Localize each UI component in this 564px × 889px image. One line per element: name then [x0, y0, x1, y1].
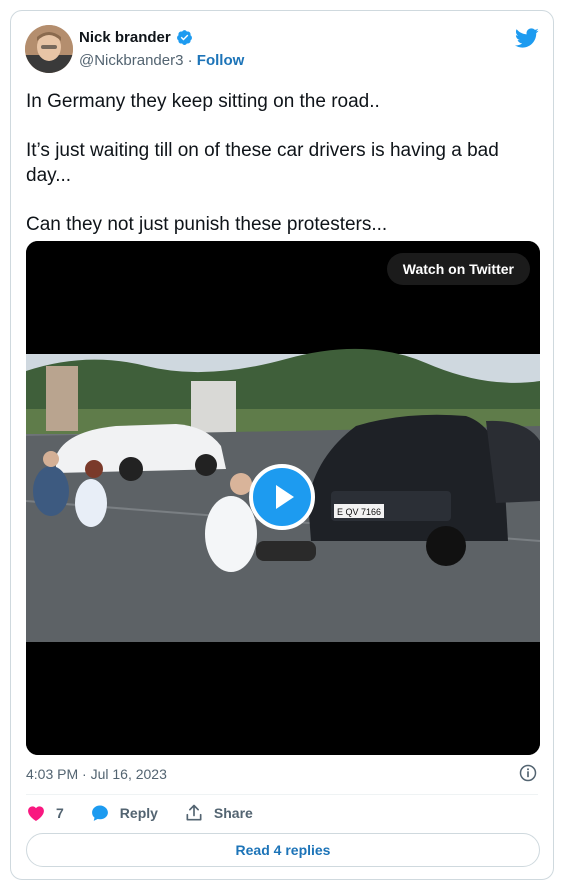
avatar[interactable]: [25, 25, 73, 73]
divider: [26, 794, 538, 795]
read-replies-button[interactable]: Read 4 replies: [26, 833, 540, 867]
play-icon: [276, 485, 294, 509]
tweet-timestamp[interactable]: 4:03 PM · Jul 16, 2023: [26, 766, 167, 782]
tweet-line: In Germany they keep sitting on the road…: [26, 91, 380, 112]
tweet-card: Nick brander @Nickbrander3 · Follow In G…: [10, 10, 554, 880]
share-button[interactable]: Share: [184, 803, 253, 823]
play-button[interactable]: [249, 464, 315, 530]
watch-on-twitter-button[interactable]: Watch on Twitter: [386, 253, 530, 285]
tweet-line: It’s just waiting till on of these car d…: [26, 140, 499, 186]
avatar-image: [25, 25, 73, 73]
handle-separator: ·: [187, 52, 193, 69]
share-icon: [186, 804, 202, 821]
follow-button[interactable]: Follow: [197, 52, 245, 69]
reply-button[interactable]: Reply: [90, 803, 158, 823]
twitter-bird-icon[interactable]: [514, 27, 539, 49]
action-bar: 7 Reply Share: [26, 803, 279, 823]
tweet-line: Can they not just punish these protester…: [26, 214, 388, 235]
share-label: Share: [213, 805, 253, 821]
verified-badge-icon: [176, 30, 192, 45]
reply-label: Reply: [119, 805, 158, 821]
info-icon[interactable]: [518, 763, 538, 783]
like-button[interactable]: 7: [26, 803, 64, 823]
author-name[interactable]: Nick brander: [79, 29, 171, 46]
reply-bubble-icon: [91, 805, 108, 821]
heart-icon: [28, 806, 44, 821]
author-handle[interactable]: @Nickbrander3: [79, 52, 183, 69]
video-player[interactable]: E QV 7166 Watch on Twitter: [26, 241, 540, 755]
license-plate-text: E QV 7166: [337, 507, 381, 517]
tweet-text: In Germany they keep sitting on the road…: [26, 89, 540, 261]
like-count: 7: [56, 805, 64, 821]
